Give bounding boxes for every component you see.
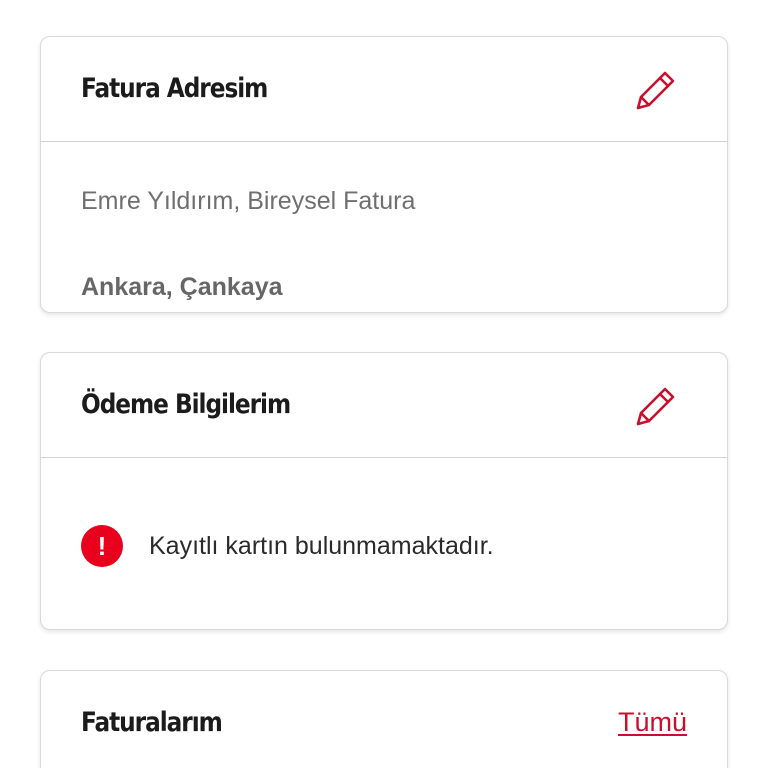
billing-address-card: Fatura Adresim Emre Yıldırım, Bireysel F…: [40, 36, 728, 313]
pencil-icon: [636, 71, 675, 110]
invoices-card: Faturalarım Tümü: [40, 670, 728, 768]
pencil-icon: [636, 387, 675, 426]
billing-address-city-line: Ankara, Çankaya: [81, 273, 283, 301]
payment-info-header: Ödeme Bilgilerim: [41, 353, 727, 458]
edit-payment-info-button[interactable]: [633, 383, 679, 429]
billing-address-header: Fatura Adresim: [41, 37, 727, 142]
billing-address-title: Fatura Adresim: [81, 73, 268, 104]
no-saved-card-text: Kayıtlı kartın bulunmamaktadır.: [149, 531, 494, 560]
payment-info-card: Ödeme Bilgilerim ! Kayıtlı kartın bulunm…: [40, 352, 728, 630]
no-saved-card-notice: ! Kayıtlı kartın bulunmamaktadır.: [81, 524, 494, 568]
payment-info-title: Ödeme Bilgilerim: [81, 389, 291, 420]
see-all-invoices-link[interactable]: Tümü: [618, 707, 687, 738]
exclamation-glyph: !: [97, 531, 107, 561]
edit-billing-address-button[interactable]: [633, 67, 679, 113]
billing-address-name-line: Emre Yıldırım, Bireysel Fatura: [81, 187, 416, 215]
invoices-title: Faturalarım: [81, 707, 223, 738]
exclamation-circle-icon: !: [81, 525, 123, 567]
